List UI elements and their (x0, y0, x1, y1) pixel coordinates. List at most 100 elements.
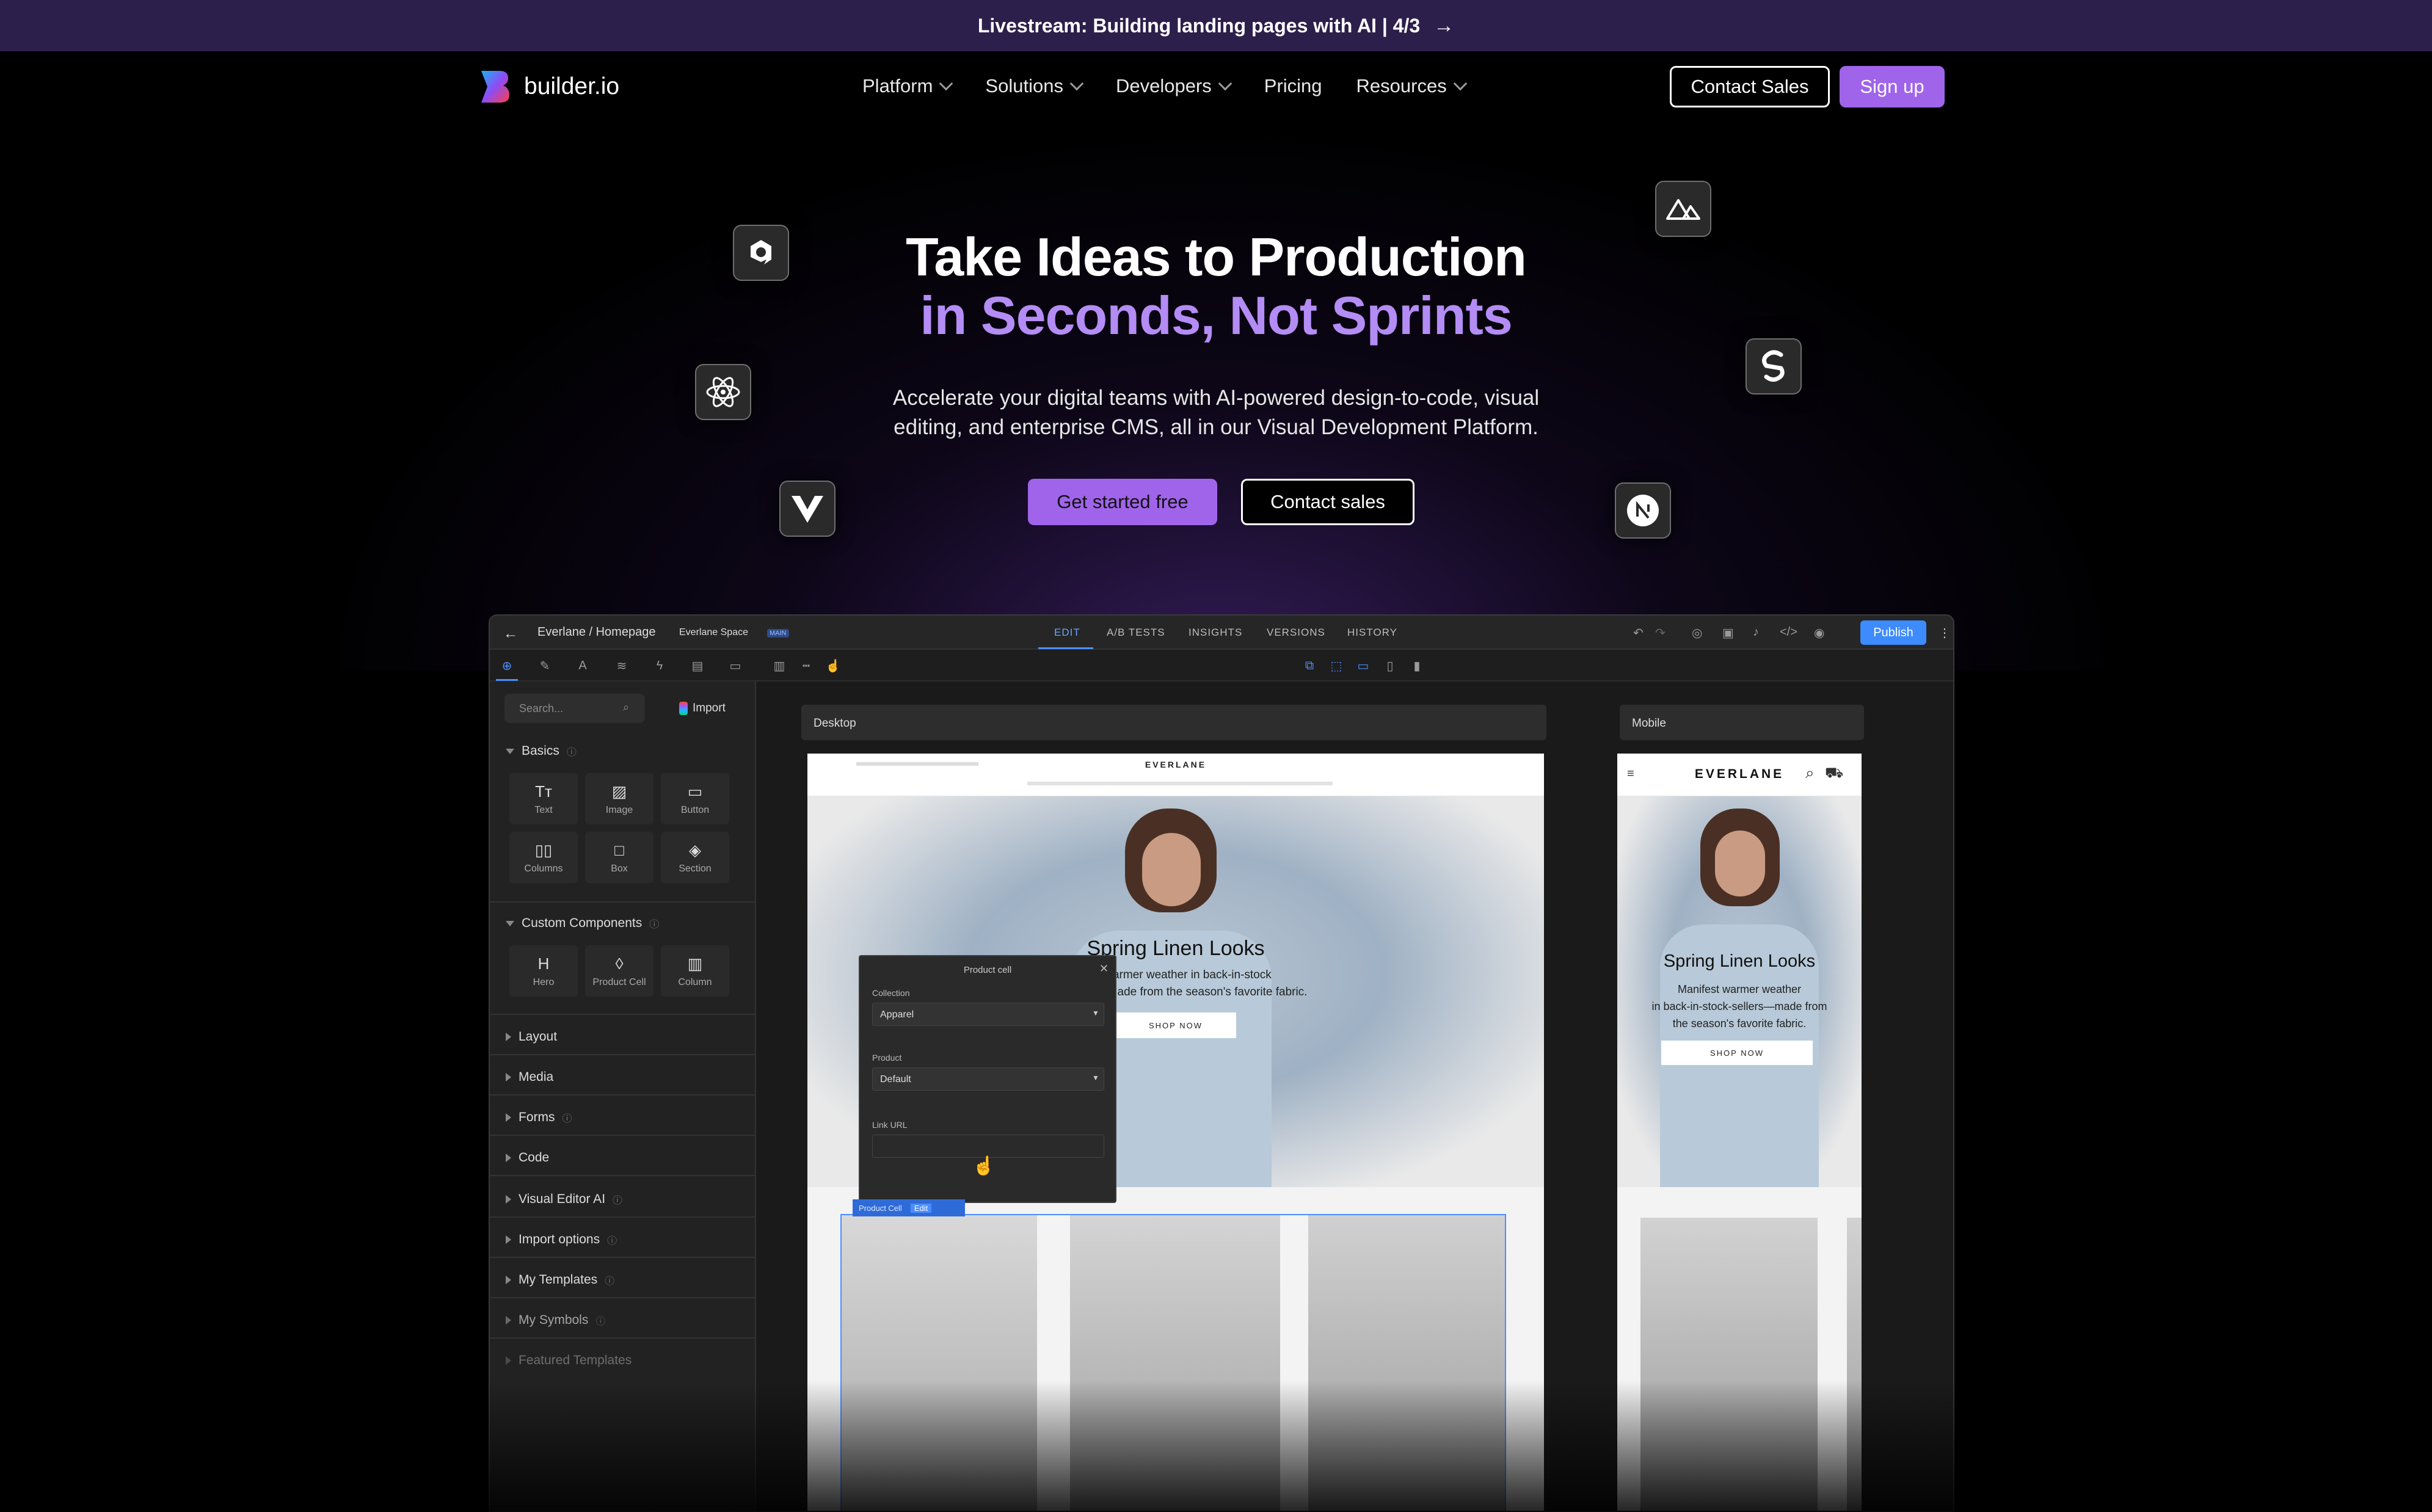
shop-now-button[interactable]: SHOP NOW (1115, 1012, 1236, 1038)
nav-item-developers[interactable]: Developers (1116, 75, 1232, 97)
mobile-icon[interactable]: ▮ (1410, 658, 1424, 673)
divider (490, 1337, 756, 1339)
nav-item-resources[interactable]: Resources (1356, 75, 1468, 97)
space-name[interactable]: Everlane Space (679, 627, 748, 638)
block-box[interactable]: □ Box (585, 832, 654, 883)
nav-item-pricing[interactable]: Pricing (1264, 75, 1322, 97)
responsive-icon[interactable]: ⧉ (1302, 658, 1317, 673)
tablet-icon[interactable]: ▯ (1383, 658, 1397, 673)
section-my-templates[interactable]: My Templates ⓘ (506, 1273, 614, 1287)
livestream-banner[interactable]: Livestream: Building landing pages with … (0, 0, 2432, 51)
block-label: Box (611, 863, 628, 874)
site-header: EVERLANE (807, 754, 1544, 796)
section-featured-templates[interactable]: Featured Templates (506, 1353, 632, 1368)
style-icon[interactable]: ✎ (537, 658, 552, 673)
nav-item-platform[interactable]: Platform (862, 75, 953, 97)
mobile-frame-label: Mobile (1620, 705, 1864, 740)
block-label: Text (534, 804, 553, 815)
section-visual-editor-ai[interactable]: Visual Editor AI ⓘ (506, 1192, 622, 1207)
builder-logo[interactable]: builder.io (479, 68, 619, 105)
divider (490, 1175, 756, 1176)
block-label: Columns (524, 863, 563, 874)
more-menu-icon[interactable]: ⋮ (1939, 625, 1951, 641)
block-text[interactable]: Tт Text (509, 773, 578, 824)
nav-label: Solutions (985, 75, 1063, 96)
section-title: My Templates (519, 1273, 598, 1287)
section-forms[interactable]: Forms ⓘ (506, 1110, 572, 1125)
chevron-down-icon (1069, 76, 1084, 91)
sign-up-button[interactable]: Sign up (1840, 66, 1945, 107)
comments-icon[interactable]: ▭ (728, 658, 743, 673)
block-product-cell[interactable]: ◊ Product Cell (585, 945, 654, 997)
block-button[interactable]: ▭ Button (661, 773, 729, 824)
desktop-icon[interactable]: ▭ (1356, 658, 1371, 673)
text-style-icon[interactable]: A (575, 658, 590, 673)
block-hero[interactable]: H Hero (509, 945, 578, 997)
data-icon[interactable]: ▤ (690, 658, 705, 673)
collection-select[interactable]: Apparel (872, 1003, 1104, 1026)
get-started-button[interactable]: Get started free (1028, 479, 1217, 525)
divider (490, 901, 756, 903)
main-navigation: builder.io Platform Solutions Developers… (0, 51, 2432, 121)
section-import-options[interactable]: Import options ⓘ (506, 1232, 617, 1247)
figma-icon (679, 702, 688, 715)
section-basics[interactable]: Basics ⓘ (506, 744, 577, 758)
editor-breadcrumb[interactable]: Everlane / Homepage (537, 625, 655, 639)
preview-eye-icon[interactable]: ◉ (1814, 625, 1824, 641)
section-title: Visual Editor AI (519, 1192, 606, 1206)
section-icon: ◈ (689, 840, 701, 859)
mobile-shop-now-button[interactable]: SHOP NOW (1661, 1041, 1813, 1065)
targeting-icon[interactable]: ◎ (1692, 625, 1702, 641)
divider (490, 1094, 756, 1096)
tab-versions[interactable]: VERSIONS (1267, 627, 1325, 639)
section-title: Basics (522, 744, 559, 758)
popup-title: Product cell (963, 965, 1012, 975)
actions-icon[interactable]: ϟ (652, 658, 667, 673)
contact-sales-button[interactable]: Contact Sales (1670, 66, 1830, 107)
layers-icon[interactable]: ≋ (614, 658, 629, 673)
undo-icon[interactable]: ↶ (1633, 625, 1644, 641)
schedule-icon[interactable]: ▣ (1722, 625, 1734, 641)
product-select[interactable]: Default (872, 1067, 1104, 1091)
dashed-guides-icon[interactable]: ┅ (799, 658, 814, 673)
hero-icon: H (537, 954, 550, 973)
section-my-symbols[interactable]: My Symbols ⓘ (506, 1313, 605, 1328)
figma-import-button[interactable]: Import (671, 694, 738, 723)
contact-sales-hero-button[interactable]: Contact sales (1241, 479, 1414, 525)
close-icon[interactable]: ✕ (1099, 962, 1109, 975)
block-section[interactable]: ◈ Section (661, 832, 729, 883)
insert-icon[interactable]: ⊕ (500, 658, 514, 673)
button-icon: ▭ (687, 782, 703, 801)
selection-tag[interactable]: Product Cell Edit (853, 1199, 965, 1216)
section-code[interactable]: Code (506, 1150, 549, 1165)
divider (490, 1216, 756, 1218)
section-custom-components[interactable]: Custom Components ⓘ (506, 916, 659, 931)
block-image[interactable]: ▨ Image (585, 773, 654, 824)
link-url-input[interactable] (872, 1135, 1104, 1158)
pointer-icon[interactable]: ☝ (826, 658, 841, 673)
bell-icon[interactable]: ♪ (1753, 625, 1759, 639)
publish-button[interactable]: Publish (1860, 620, 1926, 645)
select-mode-icon[interactable]: ⬚ (1329, 658, 1344, 673)
expand-icon (506, 1033, 511, 1041)
tab-history[interactable]: HISTORY (1347, 627, 1397, 639)
tab-edit[interactable]: EDIT (1054, 627, 1080, 639)
section-layout[interactable]: Layout (506, 1030, 557, 1044)
section-media[interactable]: Media (506, 1070, 553, 1085)
block-columns[interactable]: ▯▯ Columns (509, 832, 578, 883)
back-arrow-icon[interactable]: ← (503, 625, 518, 642)
redo-icon[interactable]: ↷ (1655, 625, 1666, 641)
code-icon[interactable]: </> (1780, 625, 1797, 639)
selection-edit[interactable]: Edit (910, 1203, 932, 1213)
tab-ab-tests[interactable]: A/B TESTS (1107, 627, 1165, 639)
nav-item-solutions[interactable]: Solutions (985, 75, 1084, 97)
block-column[interactable]: ▥ Column (661, 945, 729, 997)
tab-insights[interactable]: INSIGHTS (1189, 627, 1242, 639)
columns-view-icon[interactable]: ▥ (772, 658, 787, 673)
search-icon[interactable]: ⌕ (1805, 763, 1815, 783)
space-badge: MAIN (767, 629, 789, 638)
help-icon: ⓘ (613, 1196, 623, 1206)
section-title: Code (519, 1150, 550, 1165)
cart-icon[interactable]: ⛟ (1825, 765, 1843, 783)
columns-icon: ▯▯ (534, 840, 553, 859)
